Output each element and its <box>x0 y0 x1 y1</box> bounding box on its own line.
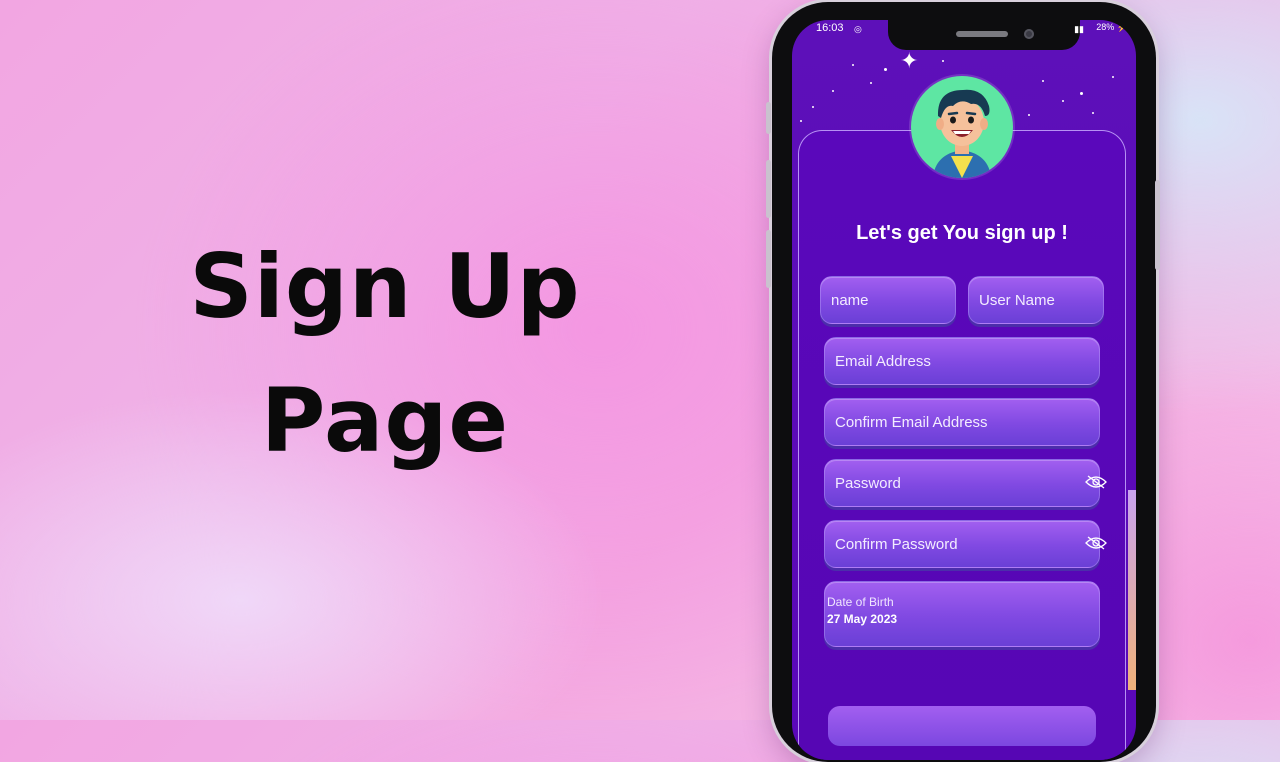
email-placeholder: Email Address <box>835 352 931 370</box>
page-headline: Sign Up Page <box>150 220 620 488</box>
phone-mockup: 16:03 ◎ ▮▮ 28% ⚡ ✦ Let's get You sign up… <box>766 2 1160 762</box>
star-dot <box>942 60 944 62</box>
form-title: Let's get You sign up ! <box>856 222 1068 244</box>
dob-value: 27 May 2023 <box>827 612 898 626</box>
status-time: 16:03 <box>816 22 844 34</box>
star-dot <box>1028 114 1030 116</box>
cartoon-boy-icon <box>933 89 991 178</box>
battery-indicator: 28% ⚡ <box>1096 22 1128 33</box>
instagram-icon: ◎ <box>854 24 862 34</box>
star-dot <box>1112 76 1114 78</box>
battery-level: 28% <box>1096 22 1115 32</box>
phone-notch <box>888 20 1080 50</box>
star-dot <box>1080 92 1083 95</box>
date-of-birth-field[interactable]: Date of Birth 27 May 2023 <box>824 581 1100 647</box>
phone-power-button <box>1155 180 1160 270</box>
confirm-email-placeholder: Confirm Email Address <box>835 413 988 431</box>
headline-line-1: Sign Up <box>189 235 581 338</box>
sparkle-star-icon: ✦ <box>900 48 919 73</box>
battery-icon: ⚡ <box>1116 22 1128 32</box>
name-placeholder: name <box>831 291 869 309</box>
dob-label: Date of Birth <box>827 595 894 609</box>
user-avatar <box>911 76 1013 178</box>
star-dot <box>852 64 854 66</box>
screen-edge-glow <box>1128 490 1136 690</box>
confirm-password-placeholder: Confirm Password <box>835 535 958 553</box>
password-placeholder: Password <box>835 474 901 492</box>
star-dot <box>1062 100 1064 102</box>
phone-side-button <box>766 102 771 134</box>
phone-volume-down <box>766 230 771 288</box>
username-field[interactable]: User Name <box>968 276 1104 324</box>
phone-volume-up <box>766 160 771 218</box>
password-field[interactable]: Password <box>824 459 1107 507</box>
confirm-password-field[interactable]: Confirm Password <box>824 520 1107 568</box>
star-dot <box>800 120 802 122</box>
star-dot <box>870 82 872 84</box>
star-dot <box>812 106 814 108</box>
signup-submit-button[interactable] <box>828 706 1096 746</box>
speaker-grille <box>956 31 1008 37</box>
star-dot <box>884 68 887 71</box>
confirm-email-field[interactable]: Confirm Email Address <box>824 398 1100 446</box>
eye-off-icon[interactable] <box>1085 475 1107 489</box>
star-dot <box>832 90 834 92</box>
eye-off-icon[interactable] <box>1085 536 1107 550</box>
star-dot <box>1042 80 1044 82</box>
headline-line-2: Page <box>260 369 510 472</box>
signal-icon: ▮▮ <box>1074 24 1084 34</box>
front-camera <box>1024 29 1034 39</box>
email-field[interactable]: Email Address <box>824 337 1100 385</box>
name-field[interactable]: name <box>820 276 956 324</box>
star-dot <box>1092 112 1094 114</box>
phone-screen: 16:03 ◎ ▮▮ 28% ⚡ ✦ Let's get You sign up… <box>792 20 1136 760</box>
username-placeholder: User Name <box>979 291 1055 309</box>
